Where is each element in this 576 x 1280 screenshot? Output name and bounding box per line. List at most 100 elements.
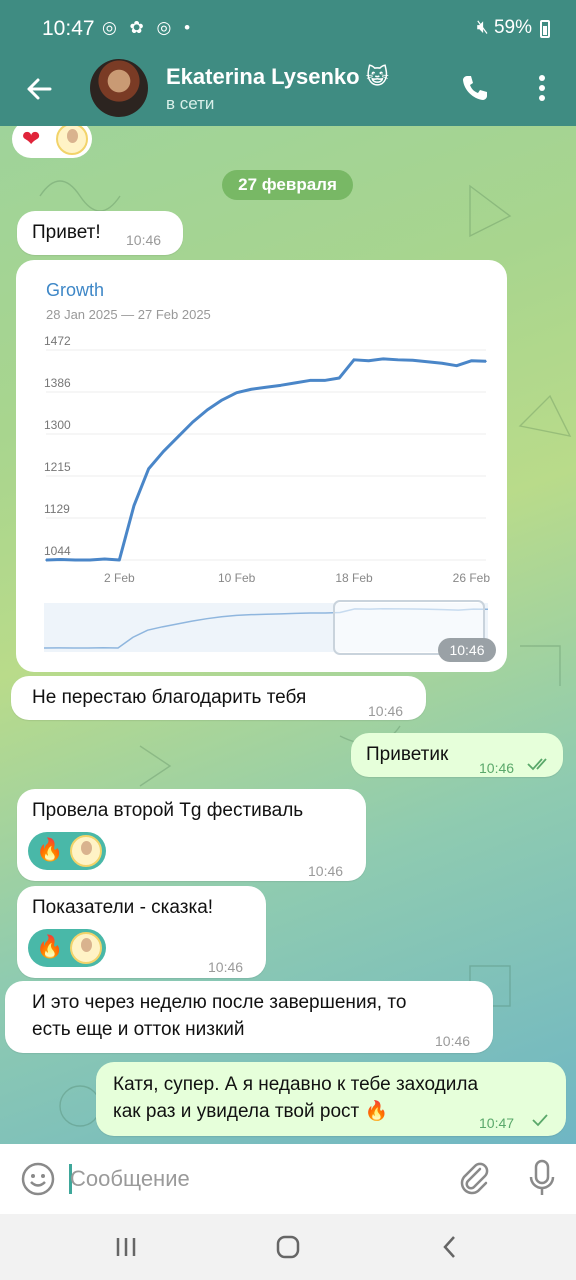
contact-avatar[interactable] [90,59,148,117]
message-time: 10:46 [438,638,496,662]
notification-icons: ◎ ✿ ◎ • [102,18,195,37]
data-point [74,559,77,561]
message-incoming[interactable]: Провела второй Tg фестиваль 🔥 10:46 [17,789,366,881]
message-time: 10:46 [126,232,162,248]
data-point [59,558,62,561]
message-input-bar: Сообщение [0,1144,576,1214]
more-vertical-icon[interactable] [532,72,552,104]
data-point [367,359,370,362]
message-outgoing[interactable]: Катя, супер. А я недавно к тебе заходила… [96,1062,566,1136]
data-point [118,559,121,561]
data-point [382,358,385,360]
data-point [397,359,399,361]
message-time: 10:46 [435,1033,471,1049]
back-nav-icon[interactable] [435,1232,465,1262]
message-input[interactable]: Сообщение [70,1166,190,1192]
data-point [250,388,253,391]
data-point [133,504,135,507]
data-point [455,364,458,367]
data-point [411,359,414,362]
emoji-icon[interactable] [20,1161,56,1197]
x-tick-label: 26 Feb [453,571,491,585]
data-point [470,359,473,362]
data-point [162,450,165,453]
reactor-avatar [70,932,102,964]
y-tick-label: 1129 [44,502,70,516]
data-point [353,359,355,361]
data-point [323,379,326,382]
contact-status: в сети [166,94,215,113]
cat-emoji-icon: 😺 [365,64,389,89]
reaction-heart[interactable]: ❤ [12,126,92,158]
message-incoming[interactable]: Привет! 10:46 [17,211,183,255]
data-point [294,382,297,384]
message-text: Провела второй Tg фестиваль [32,800,304,821]
check-icon [532,1114,548,1127]
message-time: 10:46 [208,959,244,975]
message-time: 10:46 [308,863,344,879]
data-point [103,558,106,560]
contact-name[interactable]: Ekaterina Lysenko 😺 [166,64,389,90]
battery-level: 59% [493,17,532,38]
data-point [89,559,91,561]
message-outgoing[interactable]: Приветик 10:46 [351,733,563,777]
chat-area[interactable]: ❤ 27 февраля Привет! 10:46 Growth 28 Jan… [0,126,576,1144]
y-tick-label: 1044 [44,544,71,558]
y-tick-label: 1300 [44,418,71,432]
status-time: 10:47 [42,17,95,40]
date-separator: 27 февраля [222,170,353,200]
message-incoming[interactable]: Не перестаю благодарить тебя 10:46 [11,676,426,720]
data-point [177,436,179,438]
message-time: 10:46 [368,703,404,719]
message-incoming[interactable]: Показатели - сказка! 🔥 10:46 [17,886,266,978]
data-point [485,360,487,363]
reactor-avatar [70,835,102,867]
y-tick-label: 1215 [44,460,71,474]
status-right: 🔇︎ 59% [477,17,532,39]
data-point [45,559,47,561]
message-text-line: есть еще и отток низкий [32,1019,245,1040]
chat-header: Ekaterina Lysenko 😺 в сети [0,58,576,126]
data-point [279,384,282,387]
heart-icon: ❤ [22,126,41,151]
system-navigation-bar [0,1214,576,1280]
message-text-line: И это через неделю после завершения, то [32,992,407,1013]
recent-apps-icon[interactable] [111,1232,141,1262]
phone-icon[interactable] [460,73,490,103]
y-tick-label: 1472 [44,334,71,348]
series-line [45,357,487,562]
microphone-icon[interactable] [526,1158,558,1198]
data-point [441,362,443,365]
message-text-line: как раз и увидела твой рост 🔥 [113,1101,389,1122]
fire-icon: 🔥 [36,934,64,959]
data-point [191,421,194,423]
data-point [235,391,238,394]
message-text: Не перестаю благодарить тебя [32,687,307,708]
back-arrow-icon[interactable] [20,70,58,108]
reactor-avatar [56,126,88,155]
message-time: 10:47 [479,1115,515,1131]
data-point [338,377,341,379]
growth-line-chart: 1472 1386 1300 1215 1129 1044 2 Feb 10 Feb 18 Fe… [43,334,491,655]
data-point [221,399,223,401]
reaction-fire[interactable]: 🔥 [28,832,106,870]
reaction-fire[interactable]: 🔥 [28,929,106,967]
y-tick-label: 1386 [44,376,71,390]
mute-icon: 🔇︎ [476,17,489,38]
message-incoming[interactable]: И это через неделю после завершения, то … [5,981,493,1053]
data-point [309,379,311,382]
attach-icon[interactable] [456,1160,492,1196]
data-point [206,409,209,411]
status-bar: 10:47 ◎ ✿ ◎ • 🔇︎ 59% [0,0,576,58]
message-text: Приветик [366,744,449,765]
x-tick-label: 18 Feb [335,571,373,585]
home-icon[interactable] [273,1232,303,1262]
data-point [426,360,429,363]
growth-chart-message[interactable]: Growth 28 Jan 2025 — 27 Feb 2025 1472 138… [16,260,507,672]
data-point [147,467,150,470]
message-text: Привет! [32,222,101,243]
x-tick-label: 10 Feb [218,571,256,585]
data-point [265,386,267,389]
message-text-line: Катя, супер. А я недавно к тебе заходила [113,1074,479,1095]
message-time: 10:46 [479,760,515,776]
